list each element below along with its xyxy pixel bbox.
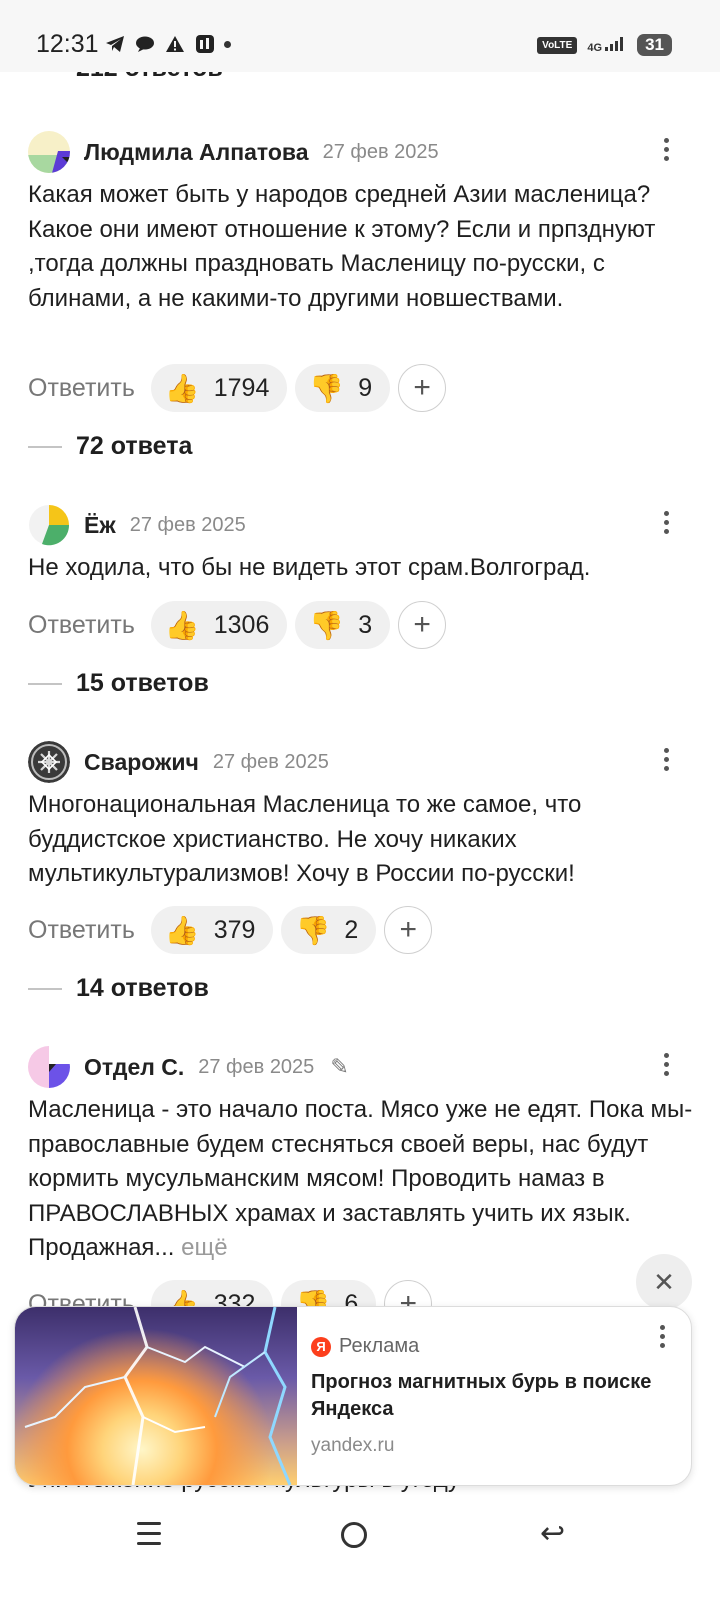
- more-options-icon[interactable]: [662, 138, 670, 161]
- comment-date: 27 фев 2025: [212, 750, 329, 773]
- more-notifications-dot: [224, 40, 231, 48]
- ad-label: Я Реклама: [311, 1335, 419, 1358]
- comment: Ёж 27 фев 2025 Не ходила, что бы не виде…: [28, 503, 698, 586]
- thread-count: 15 ответов: [76, 669, 209, 697]
- battery-indicator: 31: [637, 34, 672, 56]
- avatar[interactable]: [28, 131, 70, 173]
- volte-badge: VoLTE: [537, 36, 578, 54]
- more-options-icon[interactable]: [662, 511, 670, 534]
- add-reaction-button[interactable]: +: [384, 906, 433, 954]
- comment-header: Ёж 27 фев 2025: [28, 503, 698, 547]
- network-type: 4G: [587, 41, 603, 54]
- ad-title[interactable]: Прогноз магнитных бурь в поиске Яндекса: [311, 1369, 681, 1423]
- status-bar: 12:31 VoLTE 4G 31: [0, 0, 720, 72]
- avatar[interactable]: [28, 741, 70, 783]
- signal-icon: 4G: [587, 36, 627, 54]
- thread-toggle[interactable]: 15 ответов: [28, 669, 209, 698]
- thumbs-down-icon: 👎: [295, 914, 331, 946]
- like-button[interactable]: 👍 1306: [150, 601, 288, 649]
- navigation-bar: ↩: [0, 1500, 720, 1600]
- thread-line: [28, 987, 62, 990]
- dislike-count: 9: [358, 373, 373, 402]
- dislike-button[interactable]: 👎 9: [295, 364, 391, 412]
- telegram-icon: [104, 33, 126, 55]
- more-options-icon[interactable]: [662, 748, 670, 771]
- comment-actions: Ответить 👍 1794 👎 9 +: [28, 364, 447, 412]
- avatar[interactable]: [28, 504, 70, 546]
- plus-icon: +: [413, 371, 431, 404]
- notification-icons: [104, 33, 231, 55]
- chat-icon: [134, 33, 156, 55]
- comment-text: Многонациональная Масленица то же самое,…: [28, 791, 582, 887]
- ad-banner[interactable]: Я Реклама Прогноз магнитных бурь в поиск…: [14, 1306, 692, 1486]
- reply-button[interactable]: Ответить: [28, 374, 135, 403]
- avatar[interactable]: [28, 1046, 70, 1088]
- like-count: 1794: [213, 373, 270, 402]
- comment-date: 27 фев 2025: [322, 140, 439, 163]
- add-reaction-button[interactable]: +: [398, 601, 447, 649]
- ad-domain: yandex.ru: [311, 1435, 395, 1456]
- author-name[interactable]: Людмила Алпатова: [84, 139, 309, 166]
- app-icon: [194, 33, 216, 55]
- author-name[interactable]: Сварожич: [84, 749, 199, 776]
- comment-text: Какая может быть у народов средней Азии …: [28, 181, 656, 312]
- clock: 12:31: [36, 30, 99, 58]
- recent-apps-icon[interactable]: [137, 1522, 161, 1552]
- thumbs-up-icon: 👍: [164, 372, 200, 404]
- plus-icon: +: [399, 913, 418, 946]
- add-reaction-button[interactable]: +: [398, 364, 447, 412]
- dislike-button[interactable]: 👎 3: [295, 601, 391, 649]
- ad-image: [15, 1307, 297, 1485]
- back-icon[interactable]: ↩: [540, 1516, 565, 1551]
- comment: Отдел С. 27 фев 2025 ✎ Масленица - это н…: [28, 1045, 698, 1266]
- system-indicators: VoLTE 4G 31: [537, 34, 672, 56]
- thread-toggle[interactable]: 72 ответа: [28, 432, 192, 461]
- thumbs-down-icon: 👎: [309, 372, 345, 404]
- thread-toggle[interactable]: 14 ответов: [28, 974, 209, 1003]
- comment-date: 27 фев 2025: [129, 513, 246, 536]
- like-count: 379: [213, 915, 256, 944]
- ad-label-text: Реклама: [339, 1335, 420, 1357]
- close-icon: ✕: [653, 1266, 675, 1297]
- comment-actions: Ответить 👍 1306 👎 3 +: [28, 601, 447, 649]
- dislike-count: 3: [358, 610, 373, 639]
- thread-line: [28, 445, 62, 448]
- expand-more-link[interactable]: ещё: [181, 1234, 227, 1261]
- comment-header: Сварожич 27 фев 2025: [28, 740, 698, 784]
- plus-icon: +: [413, 608, 431, 641]
- comment-text-body: Масленица - это начало поста. Мясо уже н…: [28, 1096, 693, 1261]
- author-name[interactable]: Ёж: [84, 512, 116, 539]
- thread-count: 72 ответа: [76, 432, 193, 460]
- thread-count: 14 ответов: [76, 974, 209, 1002]
- dislike-button[interactable]: 👎 2: [281, 906, 377, 954]
- author-name[interactable]: Отдел С.: [84, 1054, 184, 1081]
- thumbs-up-icon: 👍: [164, 914, 200, 946]
- edit-icon: ✎: [330, 1054, 349, 1079]
- reply-button[interactable]: Ответить: [28, 611, 135, 640]
- thumbs-down-icon: 👎: [309, 609, 345, 641]
- ad-more-options-icon[interactable]: [660, 1325, 665, 1348]
- thumbs-up-icon: 👍: [164, 609, 200, 641]
- comment: Сварожич 27 фев 2025 Многонациональная М…: [28, 740, 698, 892]
- comment-actions: Ответить 👍 379 👎 2 +: [28, 906, 433, 954]
- like-button[interactable]: 👍 1794: [150, 364, 288, 412]
- warning-icon: [164, 33, 186, 55]
- comment-header: Людмила Алпатова 27 фев 2025: [28, 130, 698, 174]
- more-options-icon[interactable]: [662, 1053, 670, 1076]
- comment-date: 27 фев 2025: [198, 1055, 315, 1078]
- comment-text: Не ходила, что бы не видеть этот срам.Во…: [28, 554, 591, 581]
- comment-header: Отдел С. 27 фев 2025 ✎: [28, 1045, 698, 1089]
- close-ad-button[interactable]: ✕: [636, 1254, 692, 1310]
- comment: Людмила Алпатова 27 фев 2025 Какая может…: [28, 130, 698, 316]
- dislike-count: 2: [344, 915, 359, 944]
- comment-text: Масленица - это начало поста. Мясо уже н…: [28, 1093, 698, 1266]
- reply-button[interactable]: Ответить: [28, 916, 135, 945]
- like-button[interactable]: 👍 379: [150, 906, 274, 954]
- home-icon[interactable]: [341, 1522, 367, 1548]
- thread-line: [28, 682, 62, 685]
- like-count: 1306: [213, 610, 270, 639]
- yandex-logo-icon: Я: [311, 1336, 331, 1357]
